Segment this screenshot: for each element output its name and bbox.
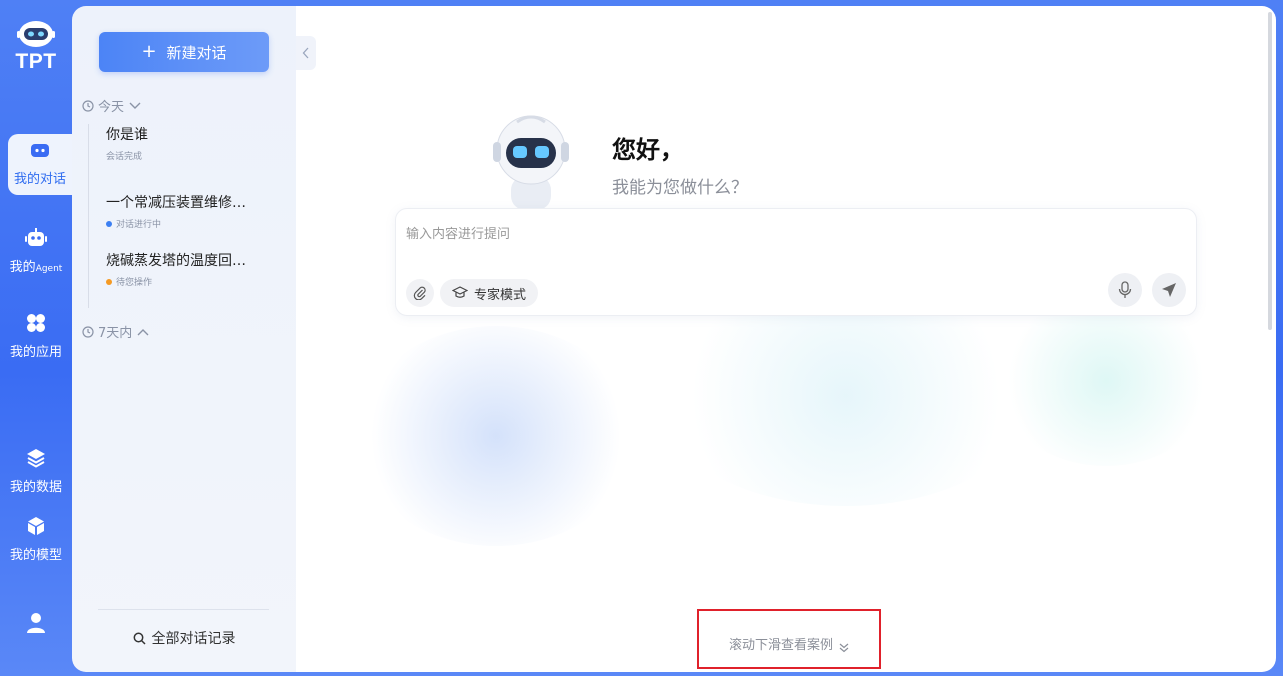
rail-item-label: 我的对话 — [13, 172, 66, 187]
conversation-status-text: 待您操作 — [116, 278, 153, 288]
send-button[interactable] — [1152, 273, 1186, 307]
scrollbar[interactable] — [1268, 12, 1272, 330]
expert-mode-button[interactable]: 专家模式 — [440, 279, 539, 307]
greeting: 您好， 我能为您做什么？ — [612, 130, 748, 198]
send-icon — [1162, 283, 1176, 297]
chevron-up-icon — [137, 328, 149, 335]
sidebar-divider — [98, 609, 269, 610]
chat-bot-icon — [8, 142, 72, 164]
conversation-item[interactable]: 你是谁 会话完成 — [88, 124, 306, 174]
rail-item-label: 我的数据 — [9, 480, 62, 495]
cube-icon — [0, 516, 72, 540]
greeting-title: 您好， — [612, 136, 684, 164]
robot-logo-icon — [17, 18, 55, 48]
logo-text: TPT — [15, 50, 57, 73]
rail-item-my-models[interactable]: 我的模型 — [0, 516, 72, 563]
conversation-title: 烧碱蒸发塔的温度回… — [106, 253, 246, 269]
rail-item-label-small: Agent — [35, 264, 63, 274]
prompt-input[interactable]: 输入内容进行提问 — [406, 223, 510, 242]
group-today[interactable]: 今天 — [82, 96, 142, 115]
conversation-status: 待您操作 — [106, 275, 306, 288]
search-icon — [133, 632, 146, 645]
clock-icon — [82, 99, 94, 112]
app-logo[interactable]: TPT — [0, 18, 72, 74]
microphone-icon — [1118, 281, 1132, 298]
greeting-subtitle: 我能为您做什么？ — [612, 178, 748, 198]
all-history-label: 全部对话记录 — [151, 631, 236, 647]
background-glow — [356, 326, 636, 546]
prompt-composer: 输入内容进行提问 专家模式 — [395, 208, 1197, 316]
group-7days[interactable]: 7天内 — [82, 322, 150, 341]
apps-icon — [0, 313, 72, 337]
clock-icon — [82, 325, 94, 338]
conversation-status: 会话完成 — [106, 149, 306, 162]
plus-icon: + — [141, 41, 157, 62]
background-glow — [996, 296, 1216, 466]
rail-item-label: 我的模型 — [9, 548, 62, 563]
expert-mode-label: 专家模式 — [474, 287, 527, 303]
rail-item-my-apps[interactable]: 我的应用 — [0, 313, 72, 360]
layers-icon — [0, 448, 72, 472]
chevron-left-icon — [302, 47, 309, 59]
robot-mascot-illustration — [489, 110, 573, 210]
conversation-title: 一个常减压装置维修… — [106, 195, 246, 211]
nav-rail: TPT 我的对话 我的Agent 我的应用 我的数据 我的模型 — [0, 0, 72, 676]
conversation-title: 你是谁 — [106, 127, 148, 143]
conversation-status: 对话进行中 — [106, 217, 306, 230]
user-icon — [0, 612, 72, 638]
status-dot — [106, 278, 112, 285]
collapse-sidebar-button[interactable] — [296, 36, 316, 70]
graduation-cap-icon — [452, 286, 468, 298]
new-chat-button[interactable]: + 新建对话 — [99, 32, 269, 72]
rail-item-label: 我的应用 — [9, 345, 62, 360]
user-avatar[interactable] — [0, 612, 72, 642]
status-dot — [106, 220, 112, 227]
double-chevron-down-icon — [839, 643, 849, 653]
background-glow — [656, 286, 1036, 506]
new-chat-label: 新建对话 — [166, 43, 227, 62]
all-history-link[interactable]: 全部对话记录 — [72, 628, 296, 648]
conversation-status-text: 对话进行中 — [116, 220, 162, 230]
scroll-hint[interactable]: 滚动下滑查看案例 — [697, 609, 881, 669]
rail-item-my-chats[interactable]: 我的对话 — [8, 134, 72, 195]
main-panel: 您好， 我能为您做什么？ 输入内容进行提问 专家模式 滚动下滑查看案例 — [296, 6, 1276, 672]
paperclip-icon — [413, 286, 426, 300]
rail-item-my-agent[interactable]: 我的Agent — [0, 228, 72, 275]
scroll-hint-label: 滚动下滑查看案例 — [728, 638, 833, 653]
group-label: 今天 — [98, 100, 125, 115]
attach-button[interactable] — [406, 279, 434, 307]
group-label: 7天内 — [98, 326, 133, 341]
conversation-item[interactable]: 烧碱蒸发塔的温度回… 待您操作 — [88, 232, 306, 308]
chevron-down-icon — [129, 102, 141, 109]
rail-item-label: 我的 — [9, 260, 36, 275]
conversation-status-text: 会话完成 — [106, 152, 143, 162]
voice-input-button[interactable] — [1108, 273, 1142, 307]
robot-icon — [0, 228, 72, 252]
rail-item-my-data[interactable]: 我的数据 — [0, 448, 72, 495]
conversation-sidebar: + 新建对话 今天 你是谁 会话完成 一个常减压装置维修… 对话进行中 烧碱蒸发… — [72, 6, 296, 672]
